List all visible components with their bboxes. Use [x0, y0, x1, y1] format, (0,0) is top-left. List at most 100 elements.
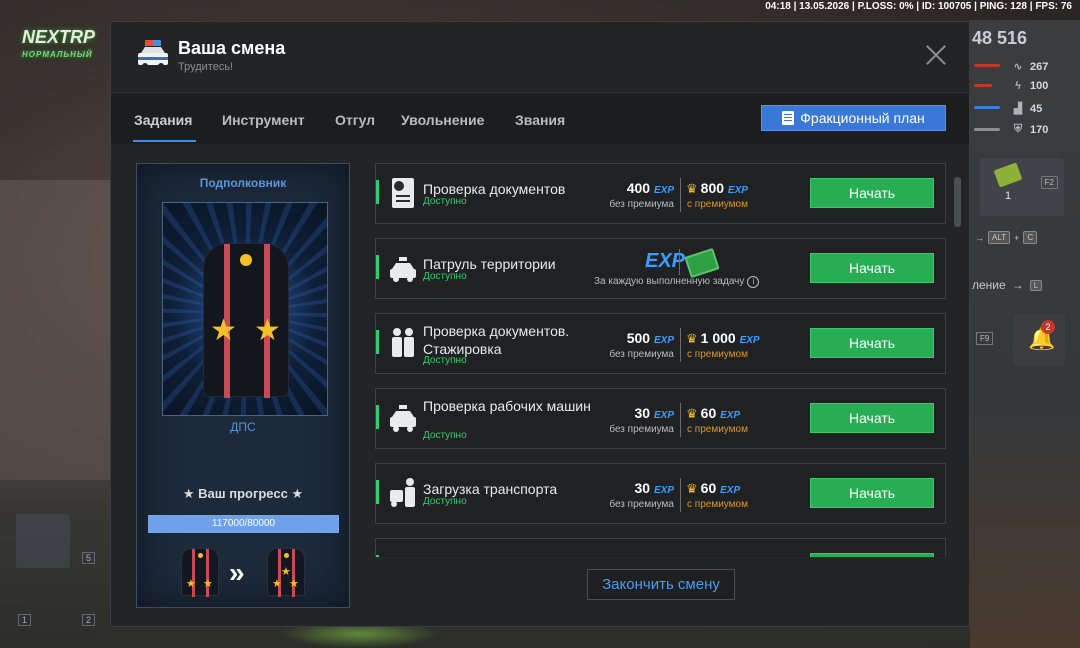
- arrow-icon: →: [975, 232, 984, 243]
- hunger-bar: [974, 106, 1000, 109]
- hud-keys-hint: → ALT + C: [975, 231, 1038, 244]
- notification-badge: 2: [1041, 320, 1055, 334]
- reward-base: 500 EXP: [626, 330, 674, 346]
- hint-key: L: [1029, 279, 1043, 291]
- shift-modal: Ваша смена Трудитесь! Задания Инструмент…: [110, 21, 970, 627]
- task-name: Проверка документов. Стажировка: [423, 323, 570, 357]
- finish-shift-button[interactable]: Закончить смену: [587, 569, 735, 600]
- rank-image: ★ ★: [162, 202, 328, 416]
- task-list: Проверка документов Доступно 400 EXP без…: [375, 163, 947, 557]
- tab-ranks[interactable]: Звания: [515, 112, 565, 128]
- loading-transport-icon: [390, 478, 415, 507]
- star-icon: ★: [254, 314, 281, 347]
- passport-icon: [392, 178, 414, 208]
- quick-slot-key: 5: [82, 552, 96, 564]
- tab-tasks[interactable]: Задания: [134, 112, 192, 128]
- start-task-button[interactable]: Начать: [810, 478, 934, 508]
- task-name: Проверка рабочих машин: [423, 398, 591, 414]
- reward-each-label: За каждую выполненную задачу i: [594, 276, 760, 288]
- crown-icon: ♛: [686, 406, 698, 421]
- background-wall: [0, 180, 110, 500]
- tab-tool[interactable]: Инструмент: [222, 112, 305, 128]
- notifications-button[interactable]: 🔔 2: [1013, 314, 1065, 366]
- task-list-scrollbar[interactable]: [954, 177, 961, 227]
- modal-header: Ваша смена Трудитесь!: [111, 22, 969, 92]
- current-rank-icon: ★ ★: [181, 548, 219, 597]
- reward-premium-label: с премиумом: [687, 349, 748, 360]
- arrow-icon: →: [1011, 278, 1024, 292]
- task-status: Доступно: [423, 430, 467, 441]
- reward-premium: ♛ 800 EXP: [686, 180, 748, 196]
- quick-slot[interactable]: [16, 514, 70, 568]
- next-rank-icon: ★ ★ ★: [267, 548, 305, 597]
- close-icon[interactable]: [925, 44, 947, 66]
- tab-time-off[interactable]: Отгул: [335, 112, 375, 128]
- inventory-slot[interactable]: 1 F2: [980, 158, 1064, 216]
- task-row: Проверка документов. Стажировка Доступно…: [375, 313, 946, 374]
- reward-base-label: без премиума: [609, 199, 674, 210]
- hud-stat-energy: ϟ 100: [1012, 80, 1048, 92]
- task-status: Доступно: [423, 196, 467, 207]
- modal-title: Ваша смена: [178, 38, 286, 58]
- rank-progress-bar: 117000/80000: [148, 515, 339, 533]
- start-task-button[interactable]: Начать: [810, 253, 934, 283]
- rank-name: Подполковник: [199, 176, 287, 190]
- reward-premium-label: с премиумом: [687, 424, 748, 435]
- hud-money: 48 516: [972, 28, 1028, 48]
- police-car-icon: [138, 40, 168, 69]
- progress-text: 117000/80000: [211, 518, 276, 529]
- logo-sub: НОРМАЛЬНЫЙ: [22, 50, 93, 59]
- start-task-button[interactable]: Начать: [810, 328, 934, 358]
- task-row: Проверка документов Доступно 400 EXP без…: [375, 163, 946, 224]
- pulse-icon: ∿: [1013, 61, 1023, 73]
- shield-icon: ⛨: [1013, 123, 1023, 135]
- bolt-icon: ϟ: [1015, 80, 1021, 92]
- tabs-bar: Задания Инструмент Отгул Увольнение Зван…: [111, 92, 969, 144]
- start-task-button[interactable]: Начать: [810, 178, 934, 208]
- modal-subtitle: Трудитесь!: [178, 61, 234, 73]
- rank-division: ДПС: [230, 420, 256, 434]
- reward-premium: ♛ 1 000 EXP: [686, 330, 760, 346]
- reward-base-label: без премиума: [609, 349, 674, 360]
- crown-icon: ♛: [686, 181, 698, 196]
- hud-stat-pulse: ∿ 267: [1013, 60, 1049, 74]
- reward-base-label: без премиума: [609, 424, 674, 435]
- cash-icon: [684, 247, 720, 279]
- crown-icon: ♛: [686, 331, 698, 346]
- faction-plan-button[interactable]: Фракционный план: [761, 105, 946, 131]
- officers-icon: [392, 328, 414, 357]
- reward-premium-label: с премиумом: [687, 499, 748, 510]
- server-logo: NEXTRP НОРМАЛЬНЫЙ: [22, 28, 110, 62]
- task-row: Патруль территории Доступно EXP За кажду…: [375, 238, 946, 299]
- hud-top-info: 04:18 | 13.05.2026 | P.LOSS: 0% | ID: 10…: [765, 1, 1072, 12]
- armor-bar: [974, 84, 992, 87]
- info-icon[interactable]: i: [747, 276, 760, 288]
- document-icon: [782, 111, 795, 125]
- reward-premium: ♛ 60 EXP: [686, 405, 741, 421]
- quick-slot-key: 1: [18, 614, 32, 626]
- start-task-button[interactable]: [810, 553, 934, 557]
- progress-label: ★ Ваш прогресс ★: [182, 486, 304, 501]
- thirst-bar: [974, 128, 1000, 131]
- work-vehicle-icon: [390, 405, 416, 432]
- money-icon: [993, 162, 1023, 188]
- slot-count: 1: [1005, 190, 1012, 202]
- crown-icon: ♛: [686, 481, 698, 496]
- reward-base-label: без премиума: [609, 499, 674, 510]
- hud-stat-hunger: ▟ 45: [1013, 102, 1043, 116]
- reward-premium-label: с премиумом: [687, 199, 748, 210]
- tab-resignation[interactable]: Увольнение: [401, 112, 484, 128]
- hint-text: ление: [972, 278, 1006, 292]
- faction-plan-label: Фракционный план: [800, 110, 925, 126]
- key-c: C: [1023, 231, 1038, 244]
- shoulder-strap-icon: ★ ★: [203, 243, 289, 398]
- key-alt: ALT: [988, 231, 1011, 244]
- task-status: Доступно: [423, 496, 467, 507]
- task-row: [375, 538, 946, 557]
- task-status: Доступно: [423, 271, 467, 282]
- chart-icon: ▟: [1013, 103, 1023, 115]
- star-icon: ★: [210, 314, 237, 347]
- reward-premium: ♛ 60 EXP: [686, 480, 741, 496]
- start-task-button[interactable]: Начать: [810, 403, 934, 433]
- hud-stat-armor: ⛨ 170: [1013, 123, 1049, 136]
